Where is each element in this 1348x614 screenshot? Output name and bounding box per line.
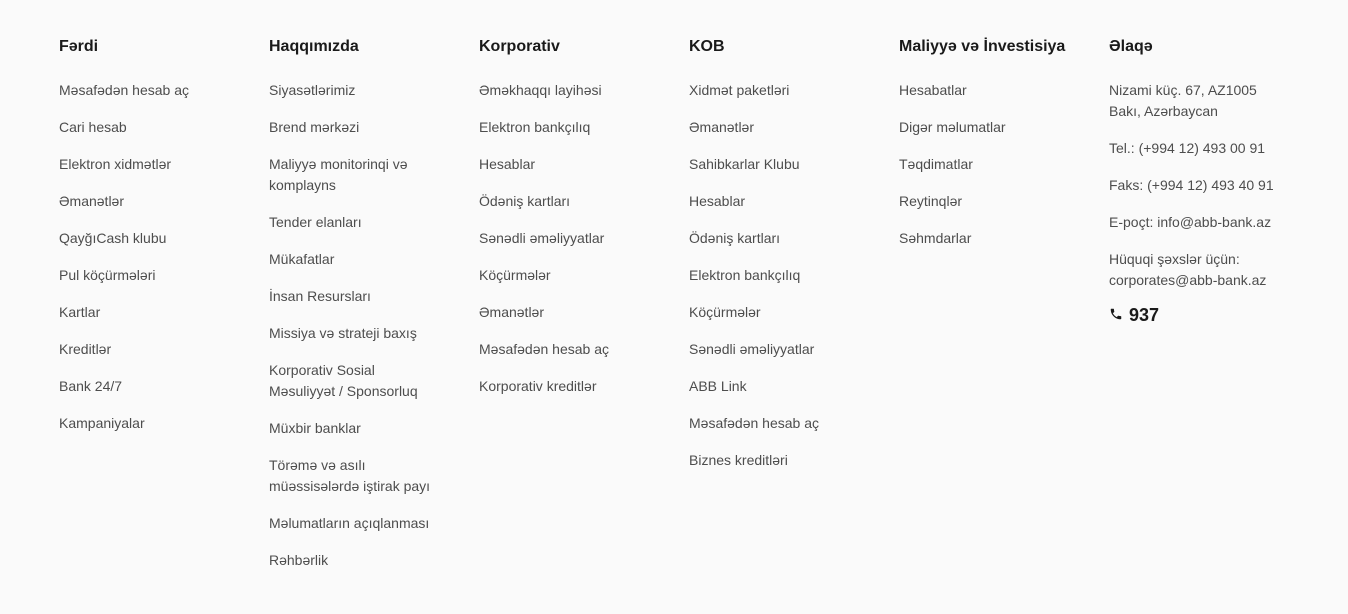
footer-link[interactable]: Sənədli əməliyyatlar: [479, 228, 659, 249]
footer-link[interactable]: Rəhbərlik: [269, 550, 439, 571]
footer-link[interactable]: Əməkhaqqı layihəsi: [479, 80, 659, 101]
footer-column-kob: KOB Xidmət paketləri Əmanətlər Sahibkarlar…: [689, 37, 869, 487]
footer-link[interactable]: Biznes kreditləri: [689, 450, 869, 471]
footer-link[interactable]: Məlumatların açıqlanması: [269, 513, 439, 534]
footer-link[interactable]: İnsan Resursları: [269, 286, 439, 307]
footer-link[interactable]: Maliyyə monitorinqi və komplayns: [269, 154, 439, 196]
footer-link[interactable]: Korporativ Sosial Məsuliyyət / Sponsorlu…: [269, 360, 439, 402]
footer-link[interactable]: Mükafatlar: [269, 249, 439, 270]
footer-link[interactable]: Təqdimatlar: [899, 154, 1079, 175]
link-list: Siyasətlərimiz Brend mərkəzi Maliyyə monit…: [269, 80, 439, 571]
footer-link[interactable]: Sənədli əməliyyatlar: [689, 339, 869, 360]
footer-link[interactable]: Tender elanları: [269, 212, 439, 233]
link-list: Hesabatlar Digər məlumatlar Təqdimatlar Rey…: [899, 80, 1079, 249]
contact-tel[interactable]: Tel.: (+994 12) 493 00 91: [1109, 138, 1284, 159]
footer-link[interactable]: Kartlar: [59, 302, 239, 323]
footer-link[interactable]: Köçürmələr: [479, 265, 659, 286]
short-phone-number: 937: [1129, 305, 1160, 325]
footer-link[interactable]: Bank 24/7: [59, 376, 239, 397]
footer-link[interactable]: Köçürmələr: [689, 302, 869, 323]
column-title: KOB: [689, 38, 725, 55]
footer-link[interactable]: Elektron bankçılıq: [479, 117, 659, 138]
footer-link[interactable]: QayğıCash klubu: [59, 228, 239, 249]
footer-link[interactable]: Kreditlər: [59, 339, 239, 360]
link-list: Xidmət paketləri Əmanətlər Sahibkarlar Klu…: [689, 80, 869, 471]
contact-address: Nizami küç. 67, AZ1005 Bakı, Azərbaycan: [1109, 82, 1257, 119]
footer-link[interactable]: Korporativ kreditlər: [479, 376, 659, 397]
contact-email[interactable]: E-poçt: info@abb-bank.az: [1109, 212, 1284, 233]
phone-icon: [1109, 304, 1123, 326]
footer-link[interactable]: Kampaniyalar: [59, 413, 239, 434]
footer-link[interactable]: Məsafədən hesab aç: [479, 339, 659, 360]
footer-link[interactable]: Siyasətlərimiz: [269, 80, 439, 101]
short-phone-link[interactable]: 937: [1109, 304, 1284, 326]
column-title: Əlaqə: [1109, 38, 1153, 55]
footer-link[interactable]: Pul köçürmələri: [59, 265, 239, 286]
footer-link[interactable]: Xidmət paketləri: [689, 80, 869, 101]
footer-link[interactable]: Reytinqlər: [899, 191, 1079, 212]
footer-link[interactable]: Məsafədən hesab aç: [689, 413, 869, 434]
link-list: Məsafədən hesab aç Cari hesab Elektron xid…: [59, 80, 239, 434]
footer-link[interactable]: Hesablar: [689, 191, 869, 212]
footer-link[interactable]: ABB Link: [689, 376, 869, 397]
footer-link[interactable]: Əmanətlər: [479, 302, 659, 323]
footer-column-haqqimizda: Haqqımızda Siyasətlərimiz Brend mərkəzi Ma…: [269, 37, 439, 587]
footer-link[interactable]: Brend mərkəzi: [269, 117, 439, 138]
column-title: Korporativ: [479, 38, 560, 55]
footer-link[interactable]: Hesablar: [479, 154, 659, 175]
column-title: Haqqımızda: [269, 38, 359, 55]
footer-link[interactable]: Əmanətlər: [689, 117, 869, 138]
footer-column-maliyye: Maliyyə və İnvestisiya Hesabatlar Digər m…: [899, 37, 1079, 265]
footer-link[interactable]: Cari hesab: [59, 117, 239, 138]
contact-fax: Faks: (+994 12) 493 40 91: [1109, 177, 1274, 193]
footer-link[interactable]: Müxbir banklar: [269, 418, 439, 439]
footer-link[interactable]: Törəmə və asılı müəssisələrdə iştirak pa…: [269, 455, 439, 497]
footer-link[interactable]: Sahibkarlar Klubu: [689, 154, 869, 175]
footer-column-korporativ: Korporativ Əməkhaqqı layihəsi Elektron ba…: [479, 37, 659, 413]
footer-link[interactable]: Hesabatlar: [899, 80, 1079, 101]
footer-link[interactable]: Ödəniş kartları: [479, 191, 659, 212]
link-list: Əməkhaqqı layihəsi Elektron bankçılıq Hesa…: [479, 80, 659, 397]
footer-link[interactable]: Digər məlumatlar: [899, 117, 1079, 138]
site-footer: Fərdi Məsafədən hesab aç Cari hesab Elektr…: [0, 0, 1348, 614]
footer-link[interactable]: Ödəniş kartları: [689, 228, 869, 249]
footer-link[interactable]: Məsafədən hesab aç: [59, 80, 239, 101]
footer-link[interactable]: Elektron bankçılıq: [689, 265, 869, 286]
column-title: Maliyyə və İnvestisiya: [899, 38, 1066, 55]
contact-legal[interactable]: Hüquqi şəxslər üçün: corporates@abb-bank…: [1109, 249, 1284, 291]
footer-link[interactable]: Elektron xidmətlər: [59, 154, 239, 175]
footer-column-ferdi: Fərdi Məsafədən hesab aç Cari hesab Elektr…: [59, 37, 239, 450]
column-title: Fərdi: [59, 38, 99, 55]
footer-column-elaqe: Əlaqə Nizami küç. 67, AZ1005 Bakı, Azərb…: [1109, 37, 1284, 326]
footer-link[interactable]: Əmanətlər: [59, 191, 239, 212]
footer-link[interactable]: Səhmdarlar: [899, 228, 1079, 249]
footer-link[interactable]: Missiya və strateji baxış: [269, 323, 439, 344]
contact-list: Nizami küç. 67, AZ1005 Bakı, Azərbaycan …: [1109, 80, 1284, 291]
